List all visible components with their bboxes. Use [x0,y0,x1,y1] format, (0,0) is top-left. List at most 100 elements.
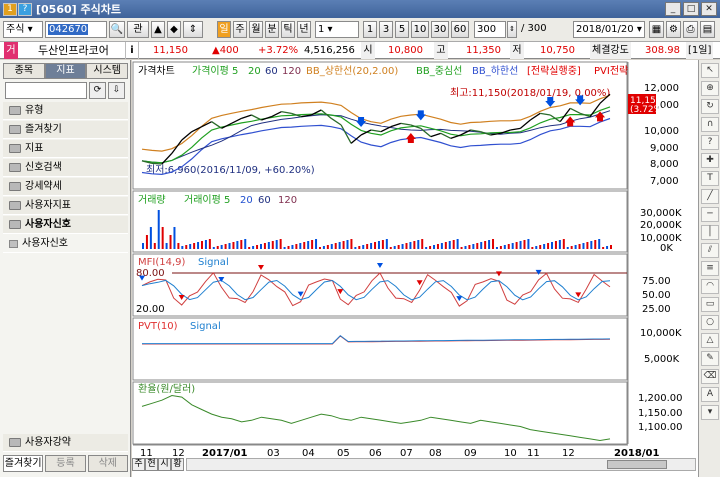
tree-subitem-user-signal[interactable]: 사용자신호 [3,235,128,253]
period-week[interactable]: 주 [233,21,247,38]
close-button[interactable]: ✕ [701,2,717,16]
chart-tab-market[interactable]: 시 [158,458,171,471]
price-ytick: 10,000 [644,126,679,137]
period-tick[interactable]: 틱 [281,21,295,38]
favorites-button[interactable]: 즐겨찾기 [3,455,44,472]
layout-icon[interactable]: ▤ [700,21,715,38]
period-year[interactable]: 년 [297,21,311,38]
tree-item-user-strength[interactable]: 사용자강약 [3,434,128,452]
volume-bar [507,244,510,249]
refresh-icon[interactable]: ↻ [701,99,719,114]
help-icon[interactable]: ? [18,2,32,16]
volume-legend-ma20: 20 [240,195,253,206]
period-minute[interactable]: 분 [265,21,279,38]
info-icon[interactable]: i [125,42,139,59]
circle-icon[interactable]: ○ [701,315,719,330]
next-icon[interactable]: ◆ [167,21,181,38]
delete-button[interactable]: 삭제 [87,455,128,472]
market-select[interactable]: 주식 ▾ [3,21,43,38]
register-button[interactable]: 등록 [45,455,86,472]
count-input[interactable]: 300 [474,21,506,38]
tree-item-label: 신호검색 [25,161,62,173]
prev-icon[interactable]: ▲ [151,21,165,38]
minute-3[interactable]: 3 [379,21,393,38]
period-month[interactable]: 월 [249,21,263,38]
channel-icon[interactable]: ⫽ [701,243,719,258]
volume-bar [535,246,538,249]
vline-icon[interactable]: │ [701,225,719,240]
settings-icon[interactable]: ⚙ [666,21,681,38]
quote-bar: 거 두산인프라코어 i 11,150 ▲400 +3.72% 4,516,256… [0,42,720,59]
hline-icon[interactable]: ─ [701,207,719,222]
text-icon[interactable]: T [701,171,719,186]
fx-pane-frame [132,381,628,445]
tree-item-user-indicator[interactable]: 사용자지표 [3,197,128,215]
volume-y-axis: 30,000K 20,000K 10,000K 0K [640,208,682,254]
tree-item-signal-search[interactable]: 신호검색 [3,159,128,177]
tab-system[interactable]: 시스템 [86,63,129,79]
crosshair-icon[interactable]: ✚ [701,153,719,168]
stock-code-input[interactable]: 042670 [45,21,107,38]
watch-button[interactable]: 관 [127,21,149,38]
maximize-button[interactable]: □ [683,2,699,16]
scrollbar-thumb[interactable] [607,460,667,469]
chart-tab-current[interactable]: 현 [145,458,158,471]
volume-bar [551,242,554,249]
tab-stock[interactable]: 종목 [3,63,45,79]
folder-icon [9,106,21,115]
magnet-icon[interactable]: ∩ [701,117,719,132]
line-icon[interactable]: ╱ [701,189,719,204]
count-spin-icon[interactable]: ⇕ [507,21,517,38]
chart-tab-week[interactable]: 주 [132,458,145,471]
minute-60[interactable]: 60 [451,21,469,38]
grid-icon[interactable]: ▦ [649,21,664,38]
print-icon[interactable]: ⎙ [683,21,698,38]
search-icon[interactable]: 🔍 [109,21,125,38]
volume-bar [456,239,459,249]
tree-item-indicator[interactable]: 지표 [3,140,128,158]
count-total: / 300 [521,23,547,34]
tree-item-user-signal[interactable]: 사용자신호 [3,216,128,234]
tree-item-label: 강세약세 [25,180,62,192]
volume-bar [440,243,443,249]
tree-item-strength[interactable]: 강세약세 [3,178,128,196]
minute-10[interactable]: 10 [411,21,429,38]
volume-legend-main: 거래량 [138,194,166,206]
volume-bar [240,240,243,249]
volume-bar [488,240,491,249]
date-input[interactable]: 2018/01/20 ▾ [573,21,645,38]
auto-icon[interactable]: A [701,387,719,402]
tab-indicator[interactable]: 지표 [44,63,87,79]
zoom-icon[interactable]: ⊕ [701,81,719,96]
day-button[interactable]: 일 [217,21,231,38]
tree-item-type[interactable]: 유형 [3,102,128,120]
period-count-select[interactable]: 1 ▾ [315,21,359,38]
arc-icon[interactable]: ◠ [701,279,719,294]
help-icon[interactable]: ? [701,135,719,150]
volume-bar [193,243,196,249]
download-icon[interactable]: ⇩ [108,82,125,99]
spin-icon[interactable]: ⇕ [183,21,203,38]
fib-icon[interactable]: ≡ [701,261,719,276]
pencil-icon[interactable]: ✎ [701,351,719,366]
minimize-button[interactable]: _ [665,2,681,16]
indicator-search-input[interactable] [5,82,87,99]
chart-scrollbar[interactable] [186,458,696,471]
minute-30[interactable]: 30 [431,21,449,38]
triangle-icon[interactable]: △ [701,333,719,348]
chart-area[interactable]: 가격차트 가격이평 5 20 60 120 BB_상한선(20,2.00) BB… [132,60,698,477]
tree-item-favorites[interactable]: 즐겨찾기 [3,121,128,139]
minute-5[interactable]: 5 [395,21,409,38]
strategy-legend: [전략실행중] [527,65,581,77]
scroll-down-icon[interactable]: ▾ [701,405,719,420]
rect-icon[interactable]: ▭ [701,297,719,312]
fx-y-axis: 1,200.00 1,150.00 1,100.00 [638,393,683,433]
minute-1[interactable]: 1 [363,21,377,38]
chart-svg[interactable]: 가격차트 가격이평 5 20 60 120 BB_상한선(20,2.00) BB… [132,60,698,477]
refresh-icon[interactable]: ⟳ [89,82,106,99]
fx-line [141,394,611,442]
chart-tab-status[interactable]: 황 [171,458,184,471]
cursor-icon[interactable]: ↖ [701,63,719,78]
eraser-icon[interactable]: ⌫ [701,369,719,384]
volume-bar [366,244,369,249]
